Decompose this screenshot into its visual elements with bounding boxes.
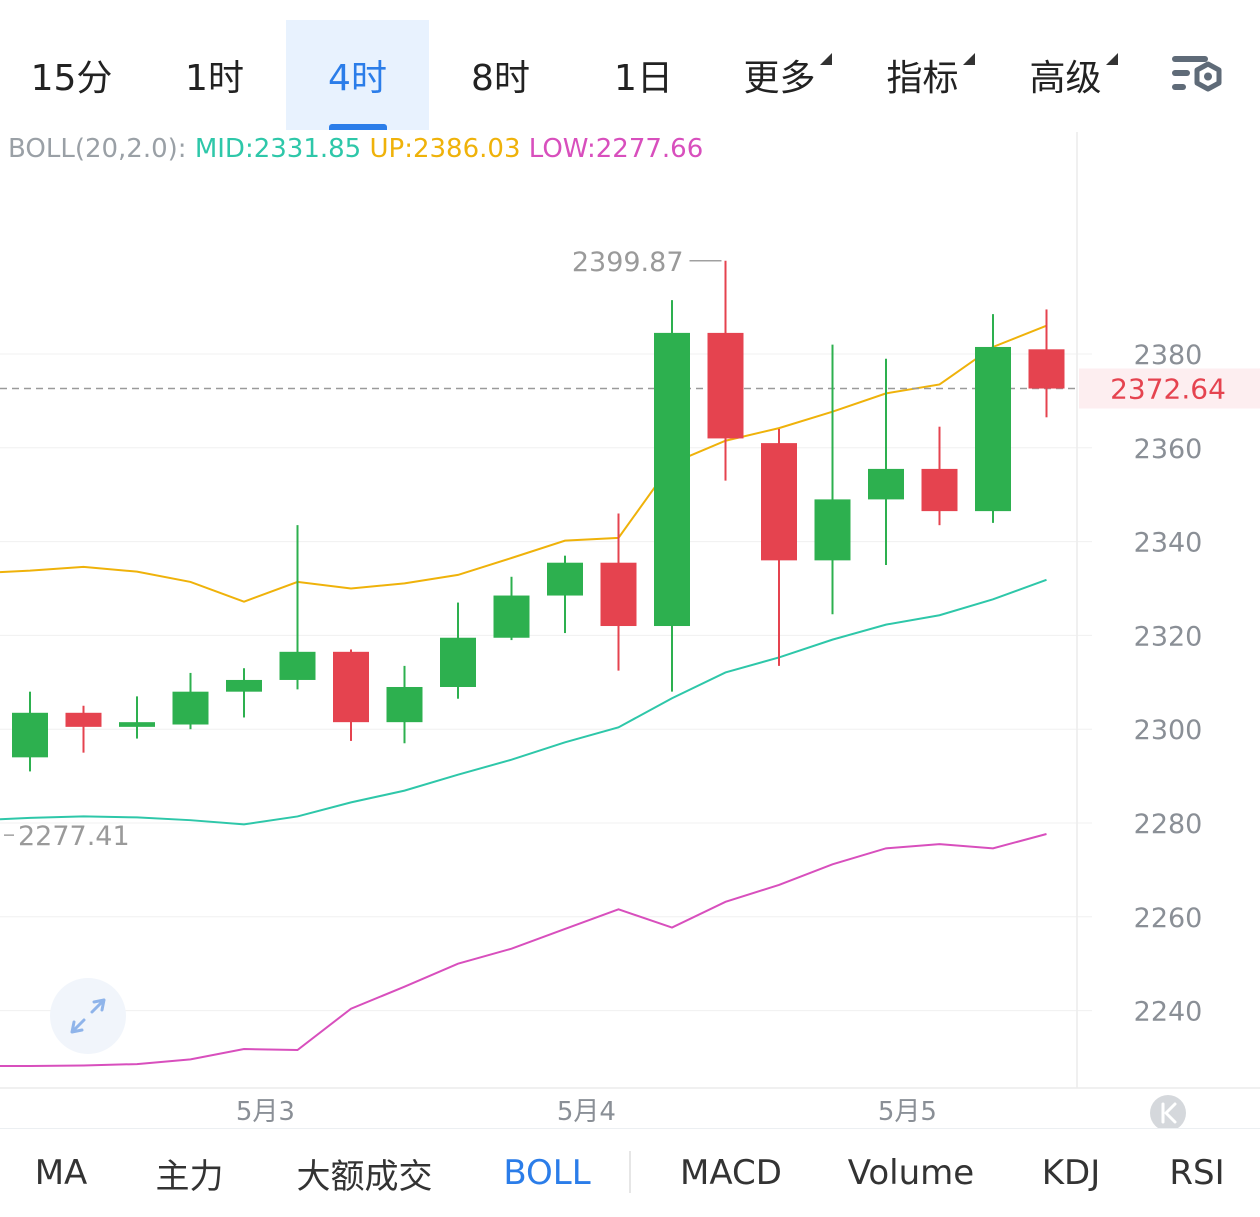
dropdown-corner-icon <box>1105 53 1118 65</box>
candle-down <box>761 429 797 666</box>
candle-body <box>761 443 797 561</box>
candle-body <box>707 332 744 439</box>
indicator-tab-label: Volume <box>847 1153 975 1193</box>
y-axis-tick-label: 2300 <box>1134 715 1203 746</box>
indicator-tab-large-trades[interactable]: 大额成交 <box>257 1129 472 1217</box>
candle-up <box>226 668 262 718</box>
candle-down <box>921 426 958 526</box>
y-axis-tick-label: 2340 <box>1134 528 1203 559</box>
candle-body <box>1028 349 1065 389</box>
candle-up <box>172 672 209 730</box>
dropdown-corner-icon <box>819 53 832 65</box>
candle-body <box>65 712 102 727</box>
y-axis-tick-label: 2280 <box>1134 809 1203 840</box>
indicator-tab-kdj[interactable]: KDJ <box>1000 1129 1142 1217</box>
candle-body <box>440 637 476 687</box>
x-axis-label: 5月5 <box>878 1097 937 1127</box>
candle-body <box>547 562 583 596</box>
candle-body <box>12 712 48 758</box>
min-price-annotation: 2277.41 <box>18 821 130 852</box>
candle-body <box>119 722 155 727</box>
tab-advanced[interactable]: 高级 <box>1001 20 1144 130</box>
candle-body <box>333 651 369 723</box>
max-price-annotation: 2399.87 <box>572 247 684 278</box>
tab-label: 更多 <box>743 58 816 99</box>
candle-up <box>279 525 316 690</box>
candle-down <box>333 649 369 741</box>
scroll-to-latest-icon[interactable] <box>1150 1095 1186 1128</box>
tab-label: 8时 <box>471 58 530 99</box>
chart-settings-icon[interactable] <box>1168 50 1230 104</box>
tab-label: 1时 <box>185 58 244 99</box>
tab-label: 1日 <box>614 58 673 99</box>
candle-up <box>814 344 851 615</box>
tab-8h[interactable]: 8时 <box>429 20 572 130</box>
candle-body <box>654 332 690 627</box>
tab-label: 高级 <box>1029 58 1102 99</box>
indicator-tab-volume[interactable]: Volume <box>822 1129 1000 1217</box>
divider <box>629 1151 631 1193</box>
tab-4h[interactable]: 4时 <box>286 20 429 130</box>
x-axis-label: 5月4 <box>557 1097 616 1127</box>
indicator-tab-main-force[interactable]: 主力 <box>122 1129 257 1217</box>
candle-up <box>440 602 476 699</box>
candle-body <box>386 686 423 723</box>
indicator-tab-ma[interactable]: MA <box>0 1129 122 1217</box>
candle-body <box>600 562 637 627</box>
tab-label: 4时 <box>328 58 387 99</box>
candle-up <box>119 696 155 739</box>
candle-up <box>12 691 48 772</box>
indicator-tab-label: KDJ <box>1041 1153 1101 1193</box>
candle-body <box>868 468 904 500</box>
dropdown-corner-icon <box>962 53 975 65</box>
indicator-tab-label: MACD <box>680 1153 782 1193</box>
indicator-tab-label: 大额成交 <box>296 1156 433 1197</box>
candle-body <box>975 346 1011 512</box>
timeframe-tab-bar: 15分 1时 4时 8时 1日 更多 指标 高级 <box>0 0 1260 132</box>
boll-low-line <box>0 833 1047 1067</box>
candle-up <box>547 555 583 634</box>
y-axis-tick-label: 2360 <box>1134 434 1203 465</box>
last-price-tag: 2372.64 <box>1110 373 1226 406</box>
candle-up <box>386 665 423 744</box>
tab-1d[interactable]: 1日 <box>572 20 715 130</box>
candle-up <box>868 358 904 566</box>
candle-body <box>493 595 530 638</box>
tab-label: 指标 <box>886 58 959 99</box>
boll-up-line <box>0 324 1047 603</box>
indicator-tab-label: RSI <box>1169 1153 1225 1193</box>
y-axis-tick-label: 2380 <box>1134 340 1203 371</box>
tab-more[interactable]: 更多 <box>715 20 858 130</box>
indicator-tab-label: 主力 <box>155 1156 224 1197</box>
expand-icon-bg <box>50 978 126 1054</box>
candle-body <box>279 651 316 680</box>
tab-15min[interactable]: 15分 <box>0 20 143 130</box>
tab-label: 15分 <box>30 58 113 99</box>
indicator-tab-bar: MA 主力 大额成交 BOLL MACD Volume KDJ RSI <box>0 1128 1260 1217</box>
candle-up <box>654 300 690 692</box>
y-axis-tick-label: 2240 <box>1134 997 1203 1028</box>
y-axis-tick-label: 2320 <box>1134 621 1203 652</box>
active-tab-indicator <box>328 124 387 130</box>
candle-body <box>921 468 958 512</box>
indicator-tab-boll[interactable]: BOLL <box>472 1129 622 1217</box>
candlestick-chart[interactable]: 2380 2360 2340 2320 2300 2280 2260 2240 5月3 5月4 5月… <box>0 132 1260 1128</box>
candle-up <box>975 314 1011 523</box>
indicator-tab-label: BOLL <box>503 1153 591 1193</box>
x-axis-label: 5月3 <box>236 1097 295 1127</box>
candle-up <box>493 576 530 641</box>
candle-down <box>600 513 637 671</box>
tab-indicators[interactable]: 指标 <box>858 20 1001 130</box>
expand-icon[interactable] <box>50 978 126 1054</box>
tab-1h[interactable]: 1时 <box>143 20 286 130</box>
candle-body <box>226 679 262 692</box>
candle-down <box>1028 309 1065 418</box>
indicator-tab-macd[interactable]: MACD <box>640 1129 822 1217</box>
y-axis-tick-label: 2260 <box>1134 903 1203 934</box>
candle-body <box>814 499 851 561</box>
candle-body <box>172 691 209 725</box>
indicator-tab-label: MA <box>34 1153 88 1193</box>
indicator-tab-rsi[interactable]: RSI <box>1142 1129 1252 1217</box>
